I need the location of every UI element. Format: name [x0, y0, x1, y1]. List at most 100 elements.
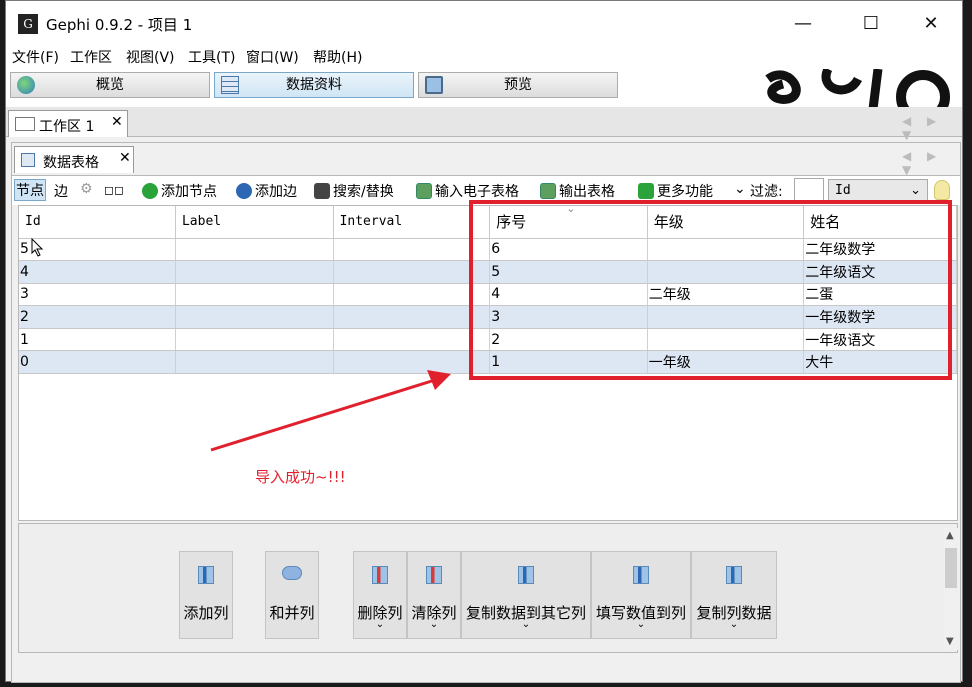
- mouse-cursor-icon: [31, 238, 44, 257]
- column-header-name[interactable]: 姓名: [803, 206, 957, 239]
- cell-grade[interactable]: [647, 260, 805, 284]
- cell-serial[interactable]: 3: [489, 305, 648, 329]
- cell-label[interactable]: [175, 238, 334, 262]
- cell-grade[interactable]: 一年级: [647, 350, 805, 375]
- column-header-interval[interactable]: Interval: [333, 206, 491, 239]
- clear-column-button[interactable]: 清除列 ⌄: [407, 551, 461, 639]
- cell-serial[interactable]: 2: [489, 328, 648, 352]
- table-row[interactable]: 5 6 二年级数学: [19, 238, 957, 262]
- menu-window[interactable]: 窗口(W): [246, 47, 299, 67]
- filter-column-select[interactable]: Id ⌄: [828, 179, 928, 202]
- fill-column-with-value-button[interactable]: 填写数值到列 ⌄: [591, 551, 691, 639]
- scroll-down-icon[interactable]: ▼: [946, 636, 954, 647]
- cell-interval[interactable]: [333, 305, 491, 329]
- tab-overview[interactable]: 概览: [10, 72, 210, 98]
- copy-data-to-other-column-button[interactable]: 复制数据到其它列 ⌄: [461, 551, 591, 639]
- merge-icon: [282, 566, 302, 580]
- add-edge-button[interactable]: 添加边: [236, 181, 297, 201]
- menu-tools[interactable]: 工具(T): [188, 47, 235, 67]
- cell-serial[interactable]: 5: [489, 260, 648, 284]
- cell-interval[interactable]: [333, 260, 491, 284]
- import-spreadsheet-button[interactable]: 输入电子表格: [416, 181, 519, 201]
- cell-id[interactable]: 4: [19, 260, 176, 284]
- panel-scroll-arrows[interactable]: ◀ ▶ ▼: [902, 149, 960, 177]
- nodes-toggle[interactable]: 节点: [14, 179, 46, 201]
- window-title: Gephi 0.9.2 - 项目 1: [46, 16, 193, 34]
- table-row[interactable]: 0 1 一年级 大牛: [19, 350, 957, 375]
- delete-column-button[interactable]: 删除列 ⌄: [353, 551, 407, 639]
- column-header-id[interactable]: Id: [19, 206, 176, 239]
- cell-id[interactable]: 3: [19, 283, 176, 307]
- filter-chevron-icon[interactable]: ⌄: [734, 181, 746, 197]
- merge-columns-button[interactable]: 和并列: [265, 551, 319, 639]
- cell-name[interactable]: 二年级数学: [803, 238, 957, 262]
- chevron-down-icon: ⌄: [521, 619, 531, 630]
- cell-name[interactable]: 二蛋: [803, 283, 957, 307]
- edges-toggle[interactable]: 边: [54, 181, 68, 201]
- data-table-tab[interactable]: 数据表格 ✕: [14, 146, 134, 173]
- table-row[interactable]: 3 4 二年级 二蛋: [19, 283, 957, 307]
- scrollbar-thumb[interactable]: [945, 548, 957, 588]
- table-row[interactable]: 1 2 一年级语文: [19, 328, 957, 352]
- scroll-up-icon[interactable]: ▲: [946, 530, 954, 541]
- cell-serial[interactable]: 6: [489, 238, 648, 262]
- add-column-label: 添加列: [183, 604, 229, 622]
- tab-data-laboratory[interactable]: 数据资料: [214, 72, 414, 98]
- cell-grade[interactable]: [647, 305, 805, 329]
- cell-label[interactable]: [175, 260, 334, 284]
- column-header-serial[interactable]: 序号 ⌄: [489, 202, 648, 239]
- lightbulb-icon[interactable]: [934, 180, 950, 200]
- maximize-button[interactable]: ☐: [848, 9, 894, 39]
- cell-name[interactable]: 二年级语文: [803, 260, 957, 284]
- column-icon: [518, 566, 534, 584]
- configuration-icon[interactable]: ◻◻: [104, 183, 124, 197]
- cell-name[interactable]: 一年级数学: [803, 305, 957, 329]
- cell-grade[interactable]: [647, 238, 805, 262]
- menu-help[interactable]: 帮助(H): [313, 47, 362, 67]
- workspace-tab-close-icon[interactable]: ✕: [111, 114, 123, 130]
- cell-label[interactable]: [175, 305, 334, 329]
- cell-name[interactable]: 一年级语文: [803, 328, 957, 352]
- cell-grade[interactable]: 二年级: [647, 283, 805, 307]
- cell-id[interactable]: 0: [19, 350, 176, 375]
- cell-interval[interactable]: [333, 283, 491, 307]
- tab-data-laboratory-label: 数据资料: [286, 77, 342, 93]
- tab-preview-label: 预览: [504, 77, 532, 93]
- cell-label[interactable]: [175, 283, 334, 307]
- cell-grade[interactable]: [647, 328, 805, 352]
- cell-label[interactable]: [175, 328, 334, 352]
- more-actions-button[interactable]: 更多功能: [638, 181, 713, 201]
- duplicate-column-button[interactable]: 复制列数据 ⌄: [691, 551, 777, 639]
- add-column-button[interactable]: 添加列: [179, 551, 233, 639]
- cell-id[interactable]: 2: [19, 305, 176, 329]
- gear-icon[interactable]: ⚙: [80, 181, 93, 197]
- add-node-button[interactable]: 添加节点: [142, 181, 217, 201]
- tab-scroll-arrows[interactable]: ◀ ▶ ▼: [902, 114, 962, 142]
- menu-view[interactable]: 视图(V): [126, 47, 175, 67]
- cell-serial[interactable]: 4: [489, 283, 648, 307]
- puzzle-icon: [638, 183, 654, 199]
- spreadsheet-icon: [416, 183, 432, 199]
- workspace-tab[interactable]: 工作区 1 ✕: [8, 110, 128, 137]
- menu-workspace[interactable]: 工作区: [70, 47, 112, 67]
- column-header-grade[interactable]: 年级: [647, 206, 805, 239]
- search-replace-button[interactable]: 搜索/替换: [314, 181, 394, 201]
- cell-interval[interactable]: [333, 328, 491, 352]
- menu-file[interactable]: 文件(F): [12, 47, 59, 67]
- export-table-button[interactable]: 输出表格: [540, 181, 615, 201]
- cell-id[interactable]: 1: [19, 328, 176, 352]
- cell-serial[interactable]: 1: [489, 350, 648, 375]
- minimize-button[interactable]: —: [780, 9, 826, 39]
- table-icon: [221, 76, 239, 94]
- vertical-scrollbar[interactable]: ▲ ▼: [944, 528, 958, 650]
- cell-name[interactable]: 大牛: [803, 350, 957, 375]
- tab-preview[interactable]: 预览: [418, 72, 618, 98]
- chevron-down-icon: ⌄: [636, 619, 646, 630]
- data-table-tab-close-icon[interactable]: ✕: [119, 150, 131, 166]
- table-row[interactable]: 2 3 一年级数学: [19, 305, 957, 329]
- table-row[interactable]: 4 5 二年级语文: [19, 260, 957, 284]
- close-button[interactable]: ✕: [908, 9, 954, 39]
- filter-input[interactable]: [794, 178, 824, 203]
- cell-interval[interactable]: [333, 238, 491, 262]
- column-header-label[interactable]: Label: [175, 206, 334, 239]
